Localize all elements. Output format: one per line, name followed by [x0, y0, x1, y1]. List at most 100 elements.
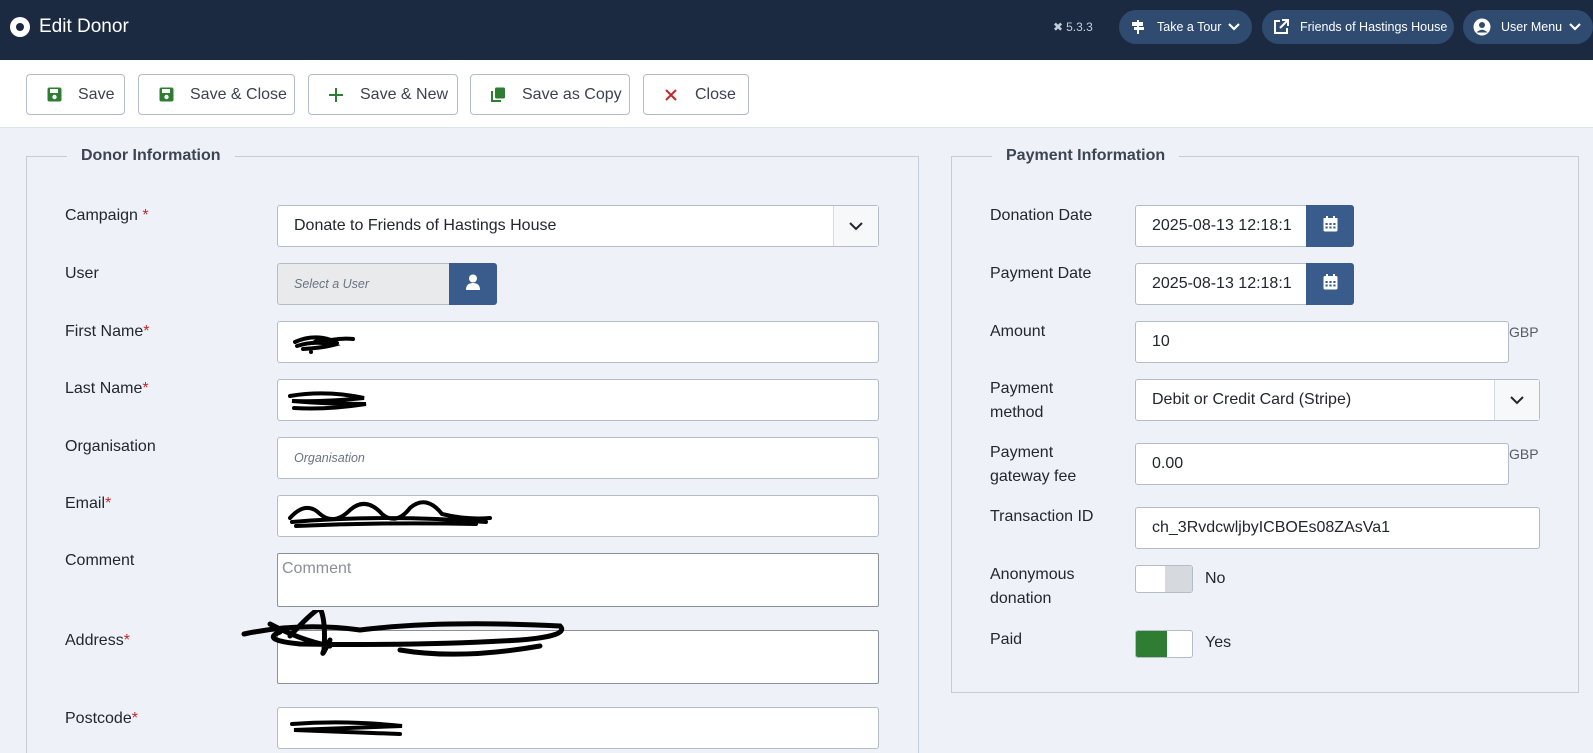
- transaction-id-label: Transaction ID: [990, 508, 1094, 525]
- amount-input[interactable]: 10: [1135, 321, 1509, 363]
- save-new-label: Save & New: [360, 85, 449, 103]
- gateway-fee-label-line2: gateway fee: [990, 468, 1077, 485]
- email-input[interactable]: [277, 495, 879, 537]
- last-name-input[interactable]: [277, 379, 879, 421]
- user-icon: [466, 274, 480, 295]
- calendar-icon: [1323, 273, 1338, 295]
- page-title: Edit Donor: [39, 16, 129, 37]
- user-placeholder: Select a User: [294, 277, 370, 291]
- select-user-button[interactable]: [449, 263, 497, 305]
- redaction-scribble: [290, 720, 403, 736]
- postcode-input[interactable]: [277, 707, 879, 749]
- address-textarea[interactable]: [277, 630, 879, 684]
- external-link-icon: [1270, 16, 1292, 38]
- amount-value: 10: [1152, 333, 1170, 350]
- user-menu-button[interactable]: User Menu: [1463, 10, 1593, 44]
- email-label-text: Email: [65, 495, 106, 512]
- close-label: Close: [695, 85, 736, 103]
- action-toolbar: Save Save & Close Save & New Save as Cop…: [0, 60, 1593, 128]
- required-mark: *: [142, 380, 149, 397]
- organisation-input[interactable]: Organisation: [277, 437, 879, 479]
- toggle-knob: [1165, 566, 1192, 592]
- payment-date-input[interactable]: 2025-08-13 12:18:1: [1135, 263, 1307, 305]
- floppy-icon: [158, 87, 174, 103]
- save-copy-button[interactable]: Save as Copy: [470, 74, 630, 115]
- postcode-label: Postcode*: [65, 707, 138, 731]
- donation-date-picker-button[interactable]: [1306, 205, 1354, 247]
- save-button[interactable]: Save: [26, 74, 125, 115]
- payment-method-select[interactable]: Debit or Credit Card (Stripe): [1135, 379, 1540, 421]
- paid-toggle[interactable]: [1135, 630, 1193, 658]
- payment-method-label-line1: Payment: [990, 380, 1054, 397]
- plus-icon: [328, 87, 344, 103]
- amount-label: Amount: [990, 323, 1046, 340]
- chevron-down-icon: [1569, 20, 1581, 34]
- last-name-label-text: Last Name: [65, 380, 143, 397]
- fee-currency: GBP: [1509, 446, 1539, 462]
- joomla-icon: ✖: [1053, 20, 1064, 34]
- campaign-label: Campaign *: [65, 204, 149, 228]
- take-tour-label: Take a Tour: [1157, 20, 1222, 34]
- required-mark: *: [105, 495, 112, 512]
- paid-value: Yes: [1205, 634, 1232, 651]
- chevron-down-icon: [833, 206, 878, 246]
- comment-label: Comment: [65, 552, 135, 569]
- payment-method-label: Payment method: [990, 377, 1053, 425]
- user-circle-icon: [1471, 16, 1493, 38]
- signpost-icon: [1127, 16, 1149, 38]
- payment-date-value: 2025-08-13 12:18:1: [1152, 275, 1292, 292]
- transaction-id-value: ch_3RvdcwljbyICBOEs08ZAsVa1: [1152, 519, 1391, 536]
- required-mark: *: [123, 632, 130, 649]
- user-label: User: [65, 265, 99, 282]
- save-label: Save: [78, 85, 115, 103]
- gateway-fee-label: Payment gateway fee: [990, 441, 1076, 489]
- first-name-label: First Name*: [65, 320, 149, 344]
- first-name-label-text: First Name: [65, 323, 144, 340]
- payment-information-legend: Payment Information: [992, 147, 1180, 165]
- amount-currency: GBP: [1509, 324, 1539, 340]
- site-link-label: Friends of Hastings House: [1300, 20, 1448, 34]
- transaction-id-input[interactable]: ch_3RvdcwljbyICBOEs08ZAsVa1: [1135, 507, 1540, 549]
- last-name-label: Last Name*: [65, 377, 149, 401]
- payment-date-picker-button[interactable]: [1306, 263, 1354, 305]
- payment-method-label-line2: method: [990, 404, 1044, 421]
- view-site-button[interactable]: Friends of Hastings House: [1262, 10, 1454, 44]
- close-button[interactable]: Close: [643, 74, 749, 115]
- user-field[interactable]: Select a User: [277, 263, 450, 305]
- anonymous-label-line1: Anonymous: [990, 566, 1075, 583]
- anonymous-value: No: [1205, 570, 1226, 587]
- comment-textarea[interactable]: Comment: [277, 553, 879, 607]
- address-label-text: Address: [65, 632, 124, 649]
- redaction-scribble: [293, 335, 355, 354]
- donation-date-input[interactable]: 2025-08-13 12:18:1: [1135, 205, 1307, 247]
- floppy-icon: [46, 87, 62, 103]
- donor-information-legend: Donor Information: [67, 147, 235, 165]
- campaign-select[interactable]: Donate to Friends of Hastings House: [277, 205, 879, 247]
- save-new-button[interactable]: Save & New: [308, 74, 458, 115]
- take-tour-button[interactable]: Take a Tour: [1119, 10, 1252, 44]
- anonymous-toggle[interactable]: [1135, 565, 1193, 593]
- comment-placeholder: Comment: [282, 560, 352, 577]
- redaction-scribble: [288, 391, 367, 411]
- organisation-label: Organisation: [65, 438, 156, 455]
- organisation-placeholder: Organisation: [294, 451, 365, 465]
- anonymous-label: Anonymous donation: [990, 563, 1075, 611]
- required-mark: *: [131, 710, 138, 727]
- gateway-fee-input[interactable]: 0.00: [1135, 443, 1509, 485]
- email-label: Email*: [65, 492, 111, 516]
- gateway-fee-label-line1: Payment: [990, 444, 1054, 461]
- save-close-button[interactable]: Save & Close: [138, 74, 295, 115]
- postcode-label-text: Postcode: [65, 710, 132, 727]
- campaign-label-text: Campaign: [65, 207, 138, 224]
- donation-date-label: Donation Date: [990, 207, 1093, 224]
- campaign-value: Donate to Friends of Hastings House: [294, 217, 557, 234]
- first-name-input[interactable]: [277, 321, 879, 363]
- copy-icon: [490, 87, 506, 103]
- close-icon: [663, 87, 679, 103]
- redaction-scribble: [288, 500, 492, 528]
- chevron-down-icon: [1494, 380, 1539, 420]
- top-header: Edit Donor ✖ 5.3.3 Take a Tour Friends o…: [0, 0, 1593, 60]
- version-label: 5.3.3: [1066, 20, 1093, 34]
- save-copy-label: Save as Copy: [522, 85, 622, 103]
- calendar-icon: [1323, 215, 1338, 237]
